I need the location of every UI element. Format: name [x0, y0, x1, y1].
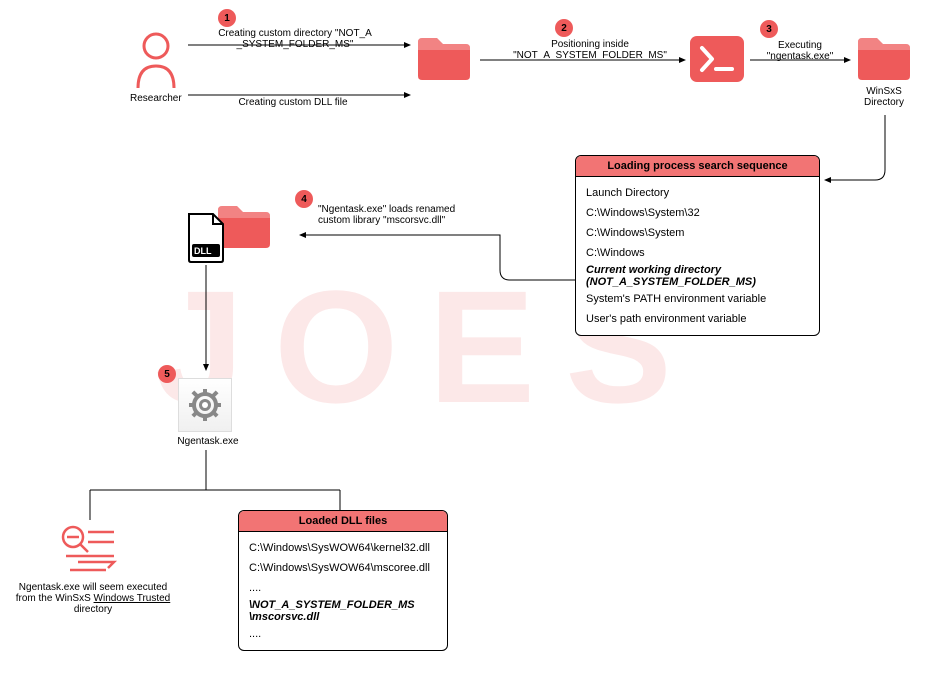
step1b-label: Creating custom DLL file	[218, 97, 368, 108]
list-item: ....	[249, 624, 437, 644]
step-badge-1: 1	[218, 9, 236, 27]
user-icon	[132, 30, 180, 90]
researcher-label: Researcher	[130, 93, 182, 104]
search-box-body: Launch DirectoryC:\Windows\System\32C:\W…	[576, 177, 819, 335]
list-item: System's PATH environment variable	[586, 289, 809, 309]
loaded-box-title: Loaded DLL files	[239, 511, 447, 532]
shell-icon	[690, 36, 744, 82]
step-badge-3: 3	[760, 20, 778, 38]
list-item: C:\Windows\System	[586, 223, 809, 243]
step2-label: Positioning inside "NOT_A_SYSTEM_FOLDER_…	[500, 39, 680, 61]
step-badge-5: 5	[158, 365, 176, 383]
list-item: Launch Directory	[586, 183, 809, 203]
folder-icon	[415, 32, 473, 84]
step3-label: Executing "ngentask.exe"	[755, 40, 845, 62]
list-item: C:\Windows	[586, 243, 809, 263]
footnote: Ngentask.exe will seem executed from the…	[12, 582, 174, 615]
ngentask-label: Ngentask.exe	[168, 436, 248, 447]
loaded-dll-box: Loaded DLL files C:\Windows\SysWOW64\ker…	[238, 510, 448, 651]
list-item: ....	[249, 578, 437, 598]
search-sequence-box: Loading process search sequence Launch D…	[575, 155, 820, 336]
list-item: \NOT_A_SYSTEM_FOLDER_MS\mscorsvc.dll	[249, 598, 437, 624]
dll-badge-text: DLL	[194, 246, 212, 256]
researcher-node: Researcher	[130, 30, 182, 104]
detail-list-icon	[58, 522, 122, 578]
winsxs-label: WinSxS Directory	[855, 86, 913, 108]
list-item: User's path environment variable	[586, 309, 809, 329]
loaded-box-body: C:\Windows\SysWOW64\kernel32.dllC:\Windo…	[239, 532, 447, 650]
list-item: C:\Windows\SysWOW64\kernel32.dll	[249, 538, 437, 558]
list-item: C:\Windows\System\32	[586, 203, 809, 223]
list-item: Current working directory(NOT_A_SYSTEM_F…	[586, 263, 809, 289]
step1-label: Creating custom directory "NOT_A _SYSTEM…	[195, 28, 395, 50]
search-box-title: Loading process search sequence	[576, 156, 819, 177]
step-badge-4: 4	[295, 190, 313, 208]
step-badge-2: 2	[555, 19, 573, 37]
step4-label: "Ngentask.exe" loads renamed custom libr…	[318, 204, 483, 226]
list-item: C:\Windows\SysWOW64\mscoree.dll	[249, 558, 437, 578]
dll-file-icon	[185, 212, 227, 264]
folder-icon-winsxs	[855, 32, 913, 84]
gear-exe-icon	[178, 378, 232, 432]
